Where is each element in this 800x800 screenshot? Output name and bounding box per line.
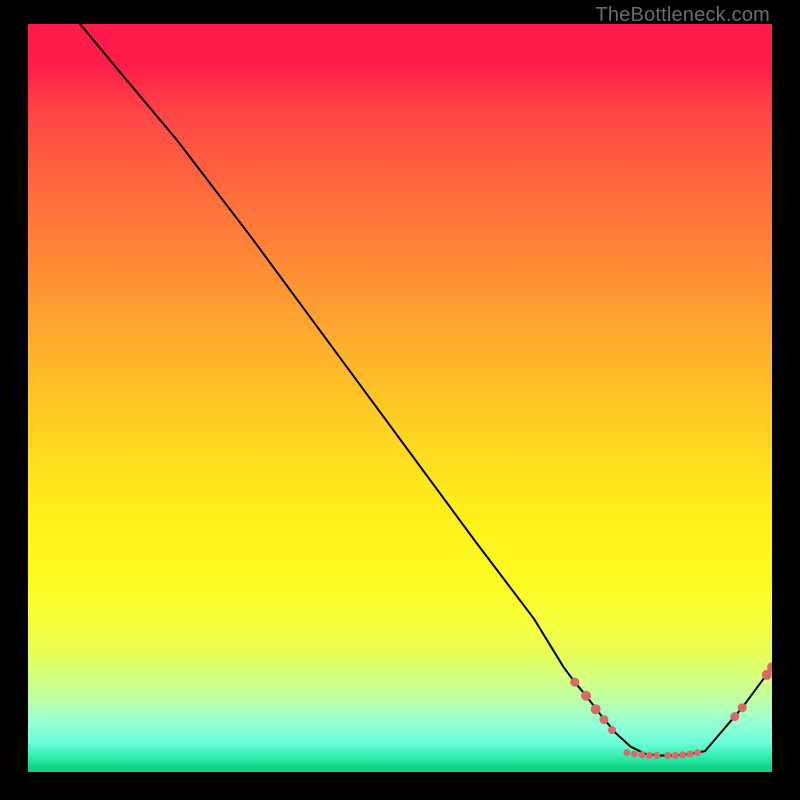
data-marker [599, 715, 608, 724]
data-marker [608, 726, 616, 734]
chart-container: TheBottleneck.com [0, 0, 800, 800]
data-marker [581, 691, 591, 701]
data-marker [730, 712, 739, 721]
data-marker [653, 752, 660, 759]
data-marker [638, 751, 645, 758]
bottleneck-curve [80, 24, 772, 756]
data-marker [694, 749, 701, 756]
data-marker [738, 703, 747, 712]
data-marker [570, 678, 579, 687]
marker-group [570, 662, 772, 759]
data-marker [687, 751, 694, 758]
data-marker [631, 751, 638, 758]
data-marker [672, 752, 679, 759]
data-marker [623, 749, 630, 756]
data-marker [664, 752, 671, 759]
chart-overlay-svg [28, 24, 772, 772]
data-marker [591, 704, 601, 714]
data-marker [646, 752, 653, 759]
data-marker [679, 751, 686, 758]
